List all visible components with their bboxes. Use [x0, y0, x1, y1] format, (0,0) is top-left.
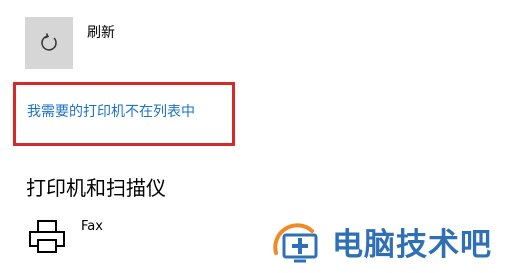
refresh-label: 刷新 [87, 25, 115, 41]
missing-printer-link[interactable]: 我需要的打印机不在列表中 [27, 102, 195, 122]
refresh-icon [41, 33, 57, 51]
watermark: 电脑技术吧 [272, 222, 492, 268]
section-heading-printers-scanners: 打印机和扫描仪 [26, 176, 166, 200]
printer-icon[interactable] [27, 219, 67, 255]
watermark-text: 电脑技术吧 [332, 227, 492, 263]
highlight-box: 我需要的打印机不在列表中 [13, 82, 235, 146]
device-name-fax[interactable]: Fax [81, 219, 103, 235]
monitor-logo-icon [273, 223, 318, 263]
refresh-button[interactable] [25, 17, 73, 69]
